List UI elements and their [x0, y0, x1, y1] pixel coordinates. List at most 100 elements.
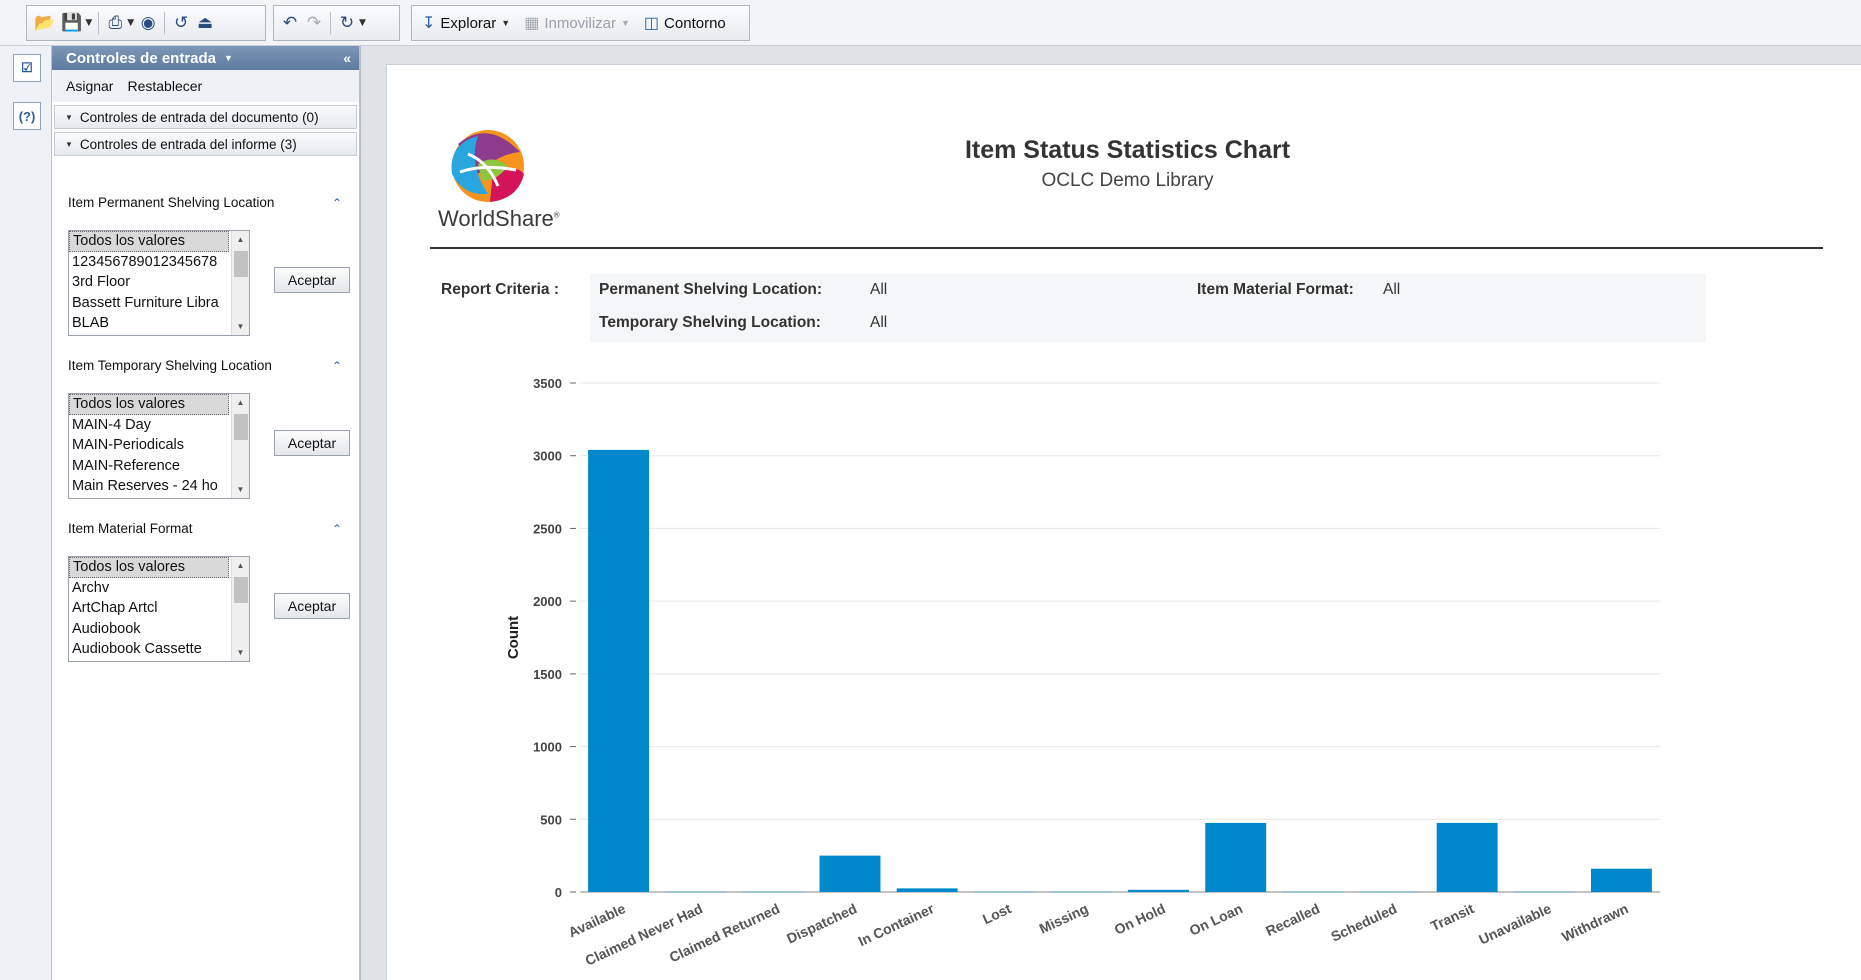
- reset-link[interactable]: Restablecer: [127, 78, 202, 94]
- bar: [1282, 891, 1344, 893]
- scroll-down-icon[interactable]: ▼: [232, 318, 249, 335]
- list-item[interactable]: MAIN-4 Day: [69, 415, 229, 436]
- temporary-location-criteria-label: Temporary Shelving Location:: [599, 314, 821, 331]
- material-format-criteria-label: Item Material Format:: [1197, 281, 1354, 298]
- list-item[interactable]: BLAB: [69, 313, 229, 334]
- scroll-down-icon[interactable]: ▼: [232, 481, 249, 498]
- document-controls-section[interactable]: ▼ Controles de entrada del documento (0): [54, 105, 357, 129]
- scroll-up-icon[interactable]: ▲: [232, 231, 249, 248]
- scroll-thumb[interactable]: [234, 251, 248, 277]
- list-item[interactable]: Audiobook: [69, 619, 229, 640]
- export-icon[interactable]: ⏏: [194, 10, 216, 36]
- list-item[interactable]: Todos los valores: [69, 231, 229, 252]
- list-item[interactable]: Bassett Furniture Libra: [69, 293, 229, 314]
- undo-icon[interactable]: ↶: [279, 10, 301, 36]
- listbox-scrollbar[interactable]: ▲ ▼: [231, 394, 249, 498]
- list-item[interactable]: 123456789012345678: [69, 252, 229, 273]
- permanent-location-listbox[interactable]: Todos los valores 123456789012345678 3rd…: [68, 230, 250, 336]
- x-tick-label: Withdrawn: [1559, 900, 1630, 945]
- x-tick-label: Scheduled: [1328, 900, 1399, 944]
- assign-link[interactable]: Asignar: [66, 78, 113, 94]
- accept-button[interactable]: Aceptar: [274, 267, 350, 293]
- freeze-button[interactable]: ▦ Inmovilizar ▼: [524, 13, 632, 33]
- track-changes-icon[interactable]: ↺: [170, 10, 192, 36]
- y-tick-label: 1000: [533, 740, 562, 755]
- scroll-up-icon[interactable]: ▲: [232, 557, 249, 574]
- x-tick-label: On Loan: [1187, 900, 1245, 938]
- y-tick-label: 3000: [533, 449, 562, 464]
- save-dropdown-icon[interactable]: ▼: [85, 18, 92, 28]
- temporary-location-listbox[interactable]: Todos los valores MAIN-4 Day MAIN-Period…: [68, 393, 250, 499]
- y-tick-label: 2000: [533, 594, 562, 609]
- freeze-label: Inmovilizar: [544, 14, 616, 32]
- scroll-up-icon[interactable]: ▲: [232, 394, 249, 411]
- print-icon[interactable]: ⎙: [104, 10, 126, 36]
- report-criteria-label: Report Criteria :: [441, 281, 559, 298]
- print-dropdown-icon[interactable]: ▼: [127, 18, 134, 28]
- control-title-text: Item Temporary Shelving Location: [68, 358, 272, 373]
- expand-triangle-icon: ▼: [65, 112, 73, 122]
- listbox-scrollbar[interactable]: ▲ ▼: [231, 231, 249, 335]
- scroll-down-icon[interactable]: ▼: [232, 644, 249, 661]
- accept-button[interactable]: Aceptar: [274, 430, 350, 456]
- scroll-thumb[interactable]: [234, 414, 248, 440]
- open-folder-icon[interactable]: 📂: [32, 10, 57, 36]
- outline-label: Contorno: [664, 14, 726, 32]
- report-subtitle: OCLC Demo Library: [1041, 170, 1214, 191]
- collapse-chevron-icon[interactable]: ⌃: [332, 192, 342, 214]
- collapse-panel-icon[interactable]: «: [343, 50, 351, 66]
- list-item[interactable]: MAIN-Reference: [69, 456, 229, 477]
- bar: [1128, 889, 1190, 892]
- list-item[interactable]: Todos los valores: [69, 557, 229, 578]
- y-tick-label: 3500: [533, 376, 562, 391]
- help-icon[interactable]: (?): [13, 102, 41, 130]
- collapse-chevron-icon[interactable]: ⌃: [332, 518, 342, 540]
- drill-down-icon: ↧: [422, 15, 436, 32]
- y-tick-label: 2500: [533, 521, 562, 536]
- x-tick-label: Available: [566, 900, 628, 940]
- refresh-dropdown-icon[interactable]: ▼: [359, 18, 366, 28]
- list-item[interactable]: Audiobook Cassette: [69, 639, 229, 660]
- list-item[interactable]: Todos los valores: [69, 394, 229, 415]
- analysis-toolbar-group: ↧ Explorar ▼ ▦ Inmovilizar ▼ ◫ Contorno: [411, 5, 750, 41]
- permanent-location-criteria-label: Permanent Shelving Location:: [599, 281, 823, 298]
- bar: [742, 891, 804, 893]
- material-format-listbox[interactable]: Todos los valores Archv ArtChap Artcl Au…: [68, 556, 250, 662]
- side-rail: ☑ (?): [0, 46, 52, 980]
- find-binoculars-icon[interactable]: ◉: [137, 10, 159, 36]
- logo-wordmark: WorldShare®: [438, 206, 560, 231]
- list-item[interactable]: 3rd Floor: [69, 272, 229, 293]
- redo-icon[interactable]: ↷: [303, 10, 325, 36]
- collapse-chevron-icon[interactable]: ⌃: [332, 355, 342, 377]
- logo-text: WorldShare: [438, 206, 554, 231]
- scroll-thumb[interactable]: [234, 577, 248, 603]
- control-title-text: Item Material Format: [68, 521, 193, 536]
- report-controls-section[interactable]: ▼ Controles de entrada del informe (3): [54, 132, 357, 156]
- outline-button[interactable]: ◫ Contorno: [644, 13, 726, 33]
- list-item[interactable]: ArtChap Artcl: [69, 598, 229, 619]
- title-divider: [430, 247, 1823, 249]
- toolbar-separator: [330, 12, 331, 34]
- toolbar-separator: [164, 12, 166, 34]
- material-format-criteria-value: All: [1383, 281, 1401, 298]
- x-tick-label: Transit: [1428, 900, 1477, 934]
- list-item[interactable]: Archv: [69, 578, 229, 599]
- accept-button[interactable]: Aceptar: [274, 593, 350, 619]
- save-icon[interactable]: 💾: [59, 10, 84, 36]
- bar: [896, 888, 958, 892]
- bar: [1359, 891, 1421, 893]
- panel-actions: Asignar Restablecer: [52, 70, 359, 102]
- refresh-icon[interactable]: ↻: [336, 10, 358, 36]
- permanent-location-control: Item Permanent Shelving Location ⌃ Todos…: [68, 192, 352, 336]
- chevron-down-icon[interactable]: ▼: [224, 53, 233, 63]
- freeze-grid-icon: ▦: [524, 15, 540, 32]
- explore-button[interactable]: ↧ Explorar ▼: [422, 13, 512, 33]
- input-controls-icon[interactable]: ☑: [13, 54, 41, 82]
- bar: [588, 449, 650, 892]
- file-toolbar-group: 📂 💾 ▼ ⎙ ▼ ◉ ↺ ⏏: [26, 5, 266, 41]
- list-item[interactable]: Main Reserves - 24 ho: [69, 476, 229, 497]
- y-tick-label: 0: [555, 885, 562, 900]
- bar: [1436, 822, 1498, 892]
- listbox-scrollbar[interactable]: ▲ ▼: [231, 557, 249, 661]
- list-item[interactable]: MAIN-Periodicals: [69, 435, 229, 456]
